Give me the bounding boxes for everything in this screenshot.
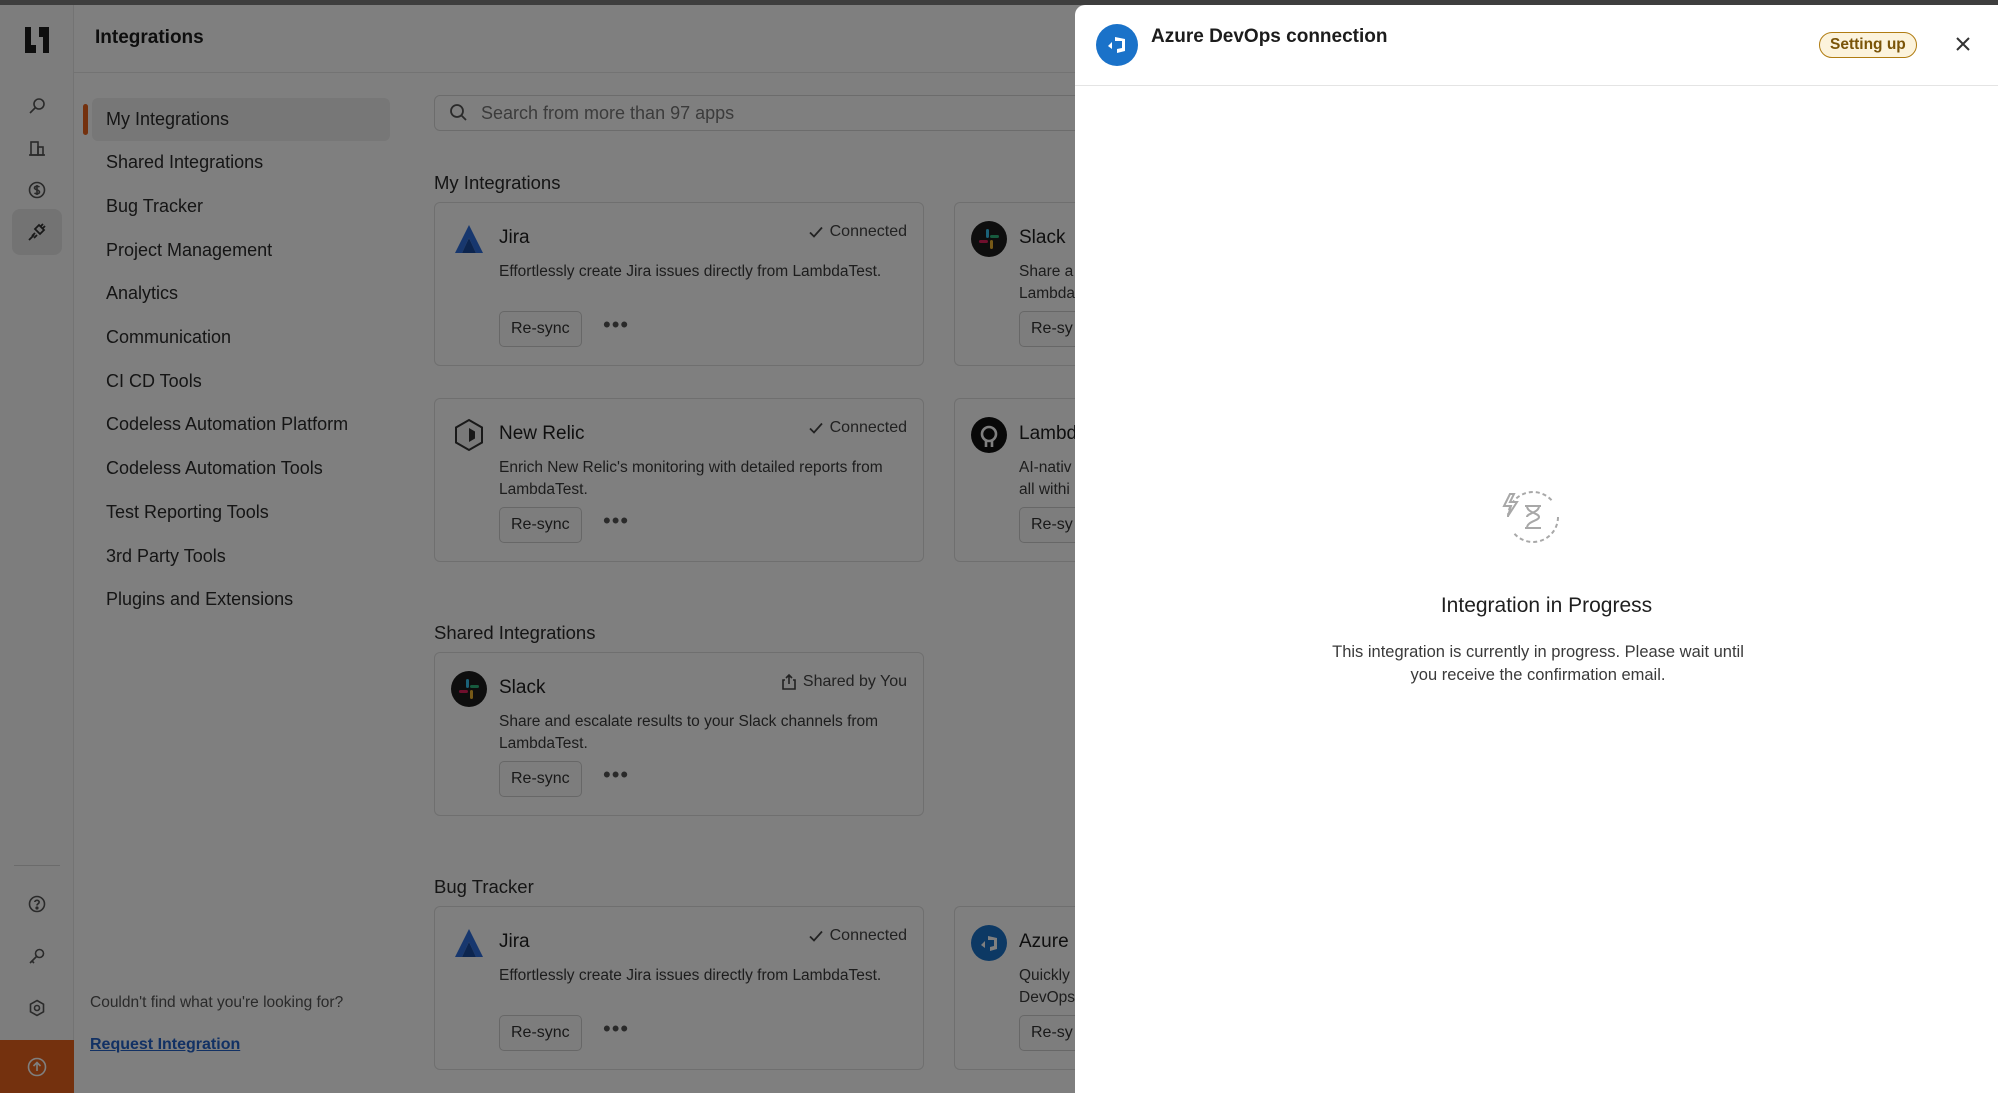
progress-description: This integration is currently in progres…	[1332, 643, 1744, 684]
drawer-title: Azure DevOps connection	[1151, 26, 1388, 47]
azure-devops-drawer: Azure DevOps connection Setting up Integ…	[1075, 5, 1998, 1093]
azure-devops-logo-icon	[1096, 24, 1138, 66]
integration-progress-icon	[1502, 491, 1559, 543]
close-icon[interactable]	[1949, 30, 1977, 58]
drawer-header: Azure DevOps connection Setting up	[1075, 5, 1998, 86]
progress-title: Integration in Progress	[1440, 594, 1653, 617]
status-badge: Setting up	[1819, 32, 1917, 58]
